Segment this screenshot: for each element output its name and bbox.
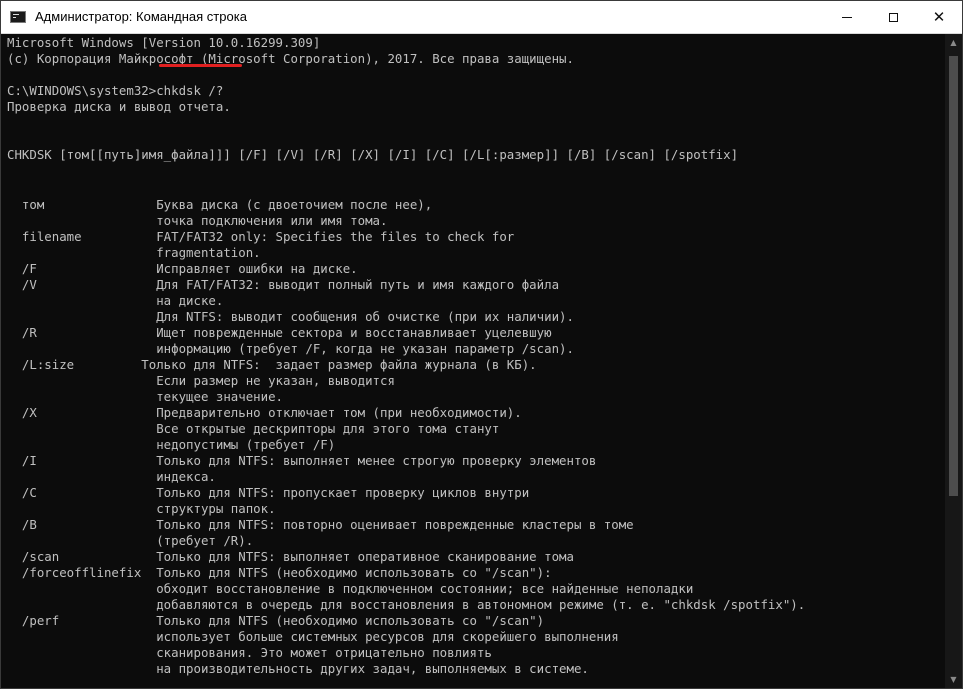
vertical-scrollbar[interactable]: ▲ ▼ <box>945 34 962 688</box>
console-line: C:\WINDOWS\system32>chkdsk /? <box>7 83 224 98</box>
console-line: /R Ищет поврежденные сектора и восстанав… <box>7 325 552 340</box>
console-line: /forceofflinefix Только для NTFS (необхо… <box>7 565 552 580</box>
close-icon: ✕ <box>932 7 946 26</box>
minimize-icon <box>842 16 852 18</box>
title-bar[interactable]: Администратор: Командная строка ✕ <box>1 1 962 34</box>
window-title: Администратор: Командная строка <box>35 9 247 24</box>
close-button[interactable]: ✕ <box>916 1 962 33</box>
minimize-button[interactable] <box>824 1 870 33</box>
console-line: /I Только для NTFS: выполняет менее стро… <box>7 453 597 468</box>
console-line: /L:size Только для NTFS: задает размер ф… <box>7 357 537 372</box>
command-highlight-underline <box>159 64 242 67</box>
cmd-icon[interactable] <box>10 11 26 23</box>
console-line: Все открытые дескрипторы для этого тома … <box>7 421 500 436</box>
cmd-window: Администратор: Командная строка ✕ Micros… <box>0 0 963 689</box>
console-line: CHKDSK [том[[путь]имя_файла]]] [/F] [/V]… <box>7 147 739 162</box>
maximize-icon <box>888 12 898 22</box>
console-line: /X Предварительно отключает том (при нео… <box>7 405 522 420</box>
console-line: использует больше системных ресурсов для… <box>7 629 619 644</box>
scroll-up-arrow-icon[interactable]: ▲ <box>945 34 962 51</box>
console-line: /C Только для NTFS: пропускает проверку … <box>7 485 530 500</box>
console-line: fragmentation. <box>7 245 261 260</box>
scrollbar-thumb[interactable] <box>949 56 958 496</box>
console-line: том Буква диска (с двоеточием после нее)… <box>7 197 433 212</box>
console-line: /V Для FAT/FAT32: выводит полный путь и … <box>7 277 560 292</box>
console-output[interactable]: Microsoft Windows [Version 10.0.16299.30… <box>7 35 937 685</box>
console-line: Если размер не указан, выводится <box>7 373 395 388</box>
console-line: текущее значение. <box>7 389 284 404</box>
console-line: недопустимы (требует /F) <box>7 437 336 452</box>
console-line: точка подключения или имя тома. <box>7 213 388 228</box>
console-line: на производительность других задач, выпо… <box>7 661 589 676</box>
scroll-down-arrow-icon[interactable]: ▼ <box>945 671 962 688</box>
console-line: на диске. <box>7 293 224 308</box>
console-line: добавляются в очередь для восстановления… <box>7 597 806 612</box>
console-line: информацию (требует /F, когда не указан … <box>7 341 574 356</box>
console-line: структуры папок. <box>7 501 276 516</box>
maximize-button[interactable] <box>870 1 916 33</box>
console-line: filename FAT/FAT32 only: Specifies the f… <box>7 229 515 244</box>
console-line: /B Только для NTFS: повторно оценивает п… <box>7 517 634 532</box>
console-line: Проверка диска и вывод отчета. <box>7 99 231 114</box>
console-line: Для NTFS: выводит сообщения об очистке (… <box>7 309 574 324</box>
console-line: сканирования. Это может отрицательно пов… <box>7 645 492 660</box>
console-line: (c) Корпорация Майкрософт (Microsoft Cor… <box>7 51 574 66</box>
console-line: обходит восстановление в подключенном со… <box>7 581 694 596</box>
console-line: Microsoft Windows [Version 10.0.16299.30… <box>7 35 321 50</box>
console-line: (требует /R). <box>7 533 254 548</box>
console-line: /scan Только для NTFS: выполняет операти… <box>7 549 574 564</box>
console-line: /perf Только для NTFS (необходимо исполь… <box>7 613 545 628</box>
console-line: индекса. <box>7 469 216 484</box>
console-line: /F Исправляет ошибки на диске. <box>7 261 358 276</box>
